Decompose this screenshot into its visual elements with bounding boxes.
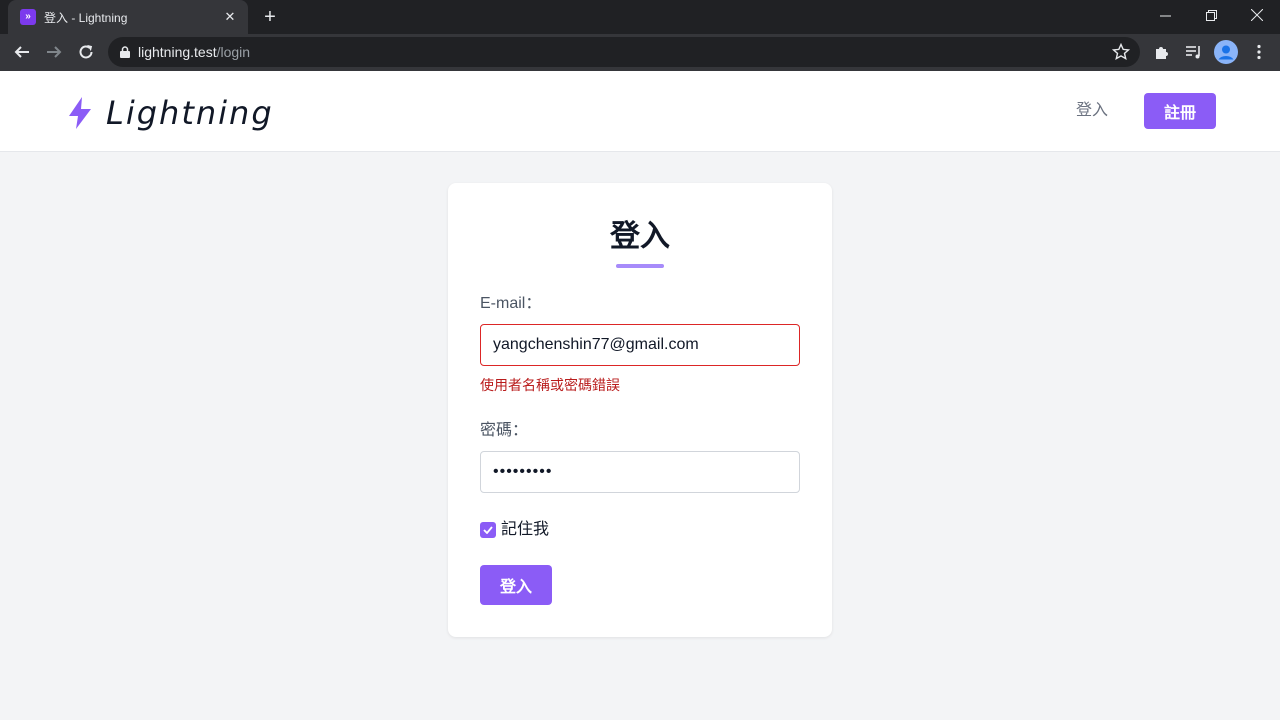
new-tab-icon[interactable]: + — [258, 6, 282, 28]
login-submit-button[interactable]: 登入 — [480, 565, 552, 605]
url-host: lightning.test — [138, 44, 217, 60]
email-label: E-mail： — [480, 295, 542, 312]
tab-title: 登入 - Lightning — [44, 10, 128, 25]
lock-icon — [120, 46, 130, 58]
browser-toolbar: lightning.test/login — [0, 34, 1280, 71]
title-underline — [616, 264, 664, 268]
bookmark-star-icon[interactable] — [1112, 43, 1130, 61]
site-logo[interactable]: Lightning — [66, 93, 274, 133]
close-tab-icon[interactable]: ✕ — [222, 9, 238, 25]
email-input[interactable] — [480, 324, 800, 366]
url-path: /login — [216, 44, 251, 60]
checkmark-icon — [483, 526, 493, 534]
minimize-icon[interactable] — [1142, 0, 1188, 30]
close-window-icon[interactable] — [1234, 0, 1280, 30]
forward-icon[interactable] — [42, 40, 66, 64]
header-login-link[interactable]: 登入 — [1062, 99, 1122, 123]
back-icon[interactable] — [10, 40, 34, 64]
browser-tab[interactable]: » 登入 - Lightning ✕ — [8, 0, 248, 34]
logo-text: Lightning — [106, 94, 274, 132]
login-title: 登入 — [610, 220, 670, 253]
password-label: 密碼： — [480, 422, 529, 439]
profile-avatar-icon[interactable] — [1214, 40, 1238, 64]
browser-menu-icon[interactable] — [1248, 41, 1270, 63]
login-card: 登入 E-mail： 使用者名稱或密碼錯誤 密碼： 記住我 登入 — [448, 183, 832, 637]
password-input[interactable] — [480, 451, 800, 493]
email-error-message: 使用者名稱或密碼錯誤 — [480, 377, 620, 393]
site-favicon-icon: » — [20, 9, 36, 25]
extensions-puzzle-icon[interactable] — [1151, 41, 1173, 63]
header-register-button[interactable]: 註冊 — [1144, 93, 1216, 129]
address-bar[interactable]: lightning.test/login — [108, 37, 1140, 67]
browser-tab-strip: » 登入 - Lightning ✕ + — [0, 0, 1280, 34]
restore-icon[interactable] — [1188, 0, 1234, 30]
lightning-bolt-icon — [69, 97, 91, 129]
remember-label: 記住我 — [501, 521, 550, 538]
remember-me[interactable]: 記住我 — [480, 520, 549, 540]
remember-checkbox[interactable] — [480, 522, 496, 538]
site-header: Lightning 登入 註冊 — [0, 71, 1280, 152]
reload-icon[interactable] — [74, 40, 98, 64]
media-control-icon[interactable] — [1183, 41, 1205, 63]
